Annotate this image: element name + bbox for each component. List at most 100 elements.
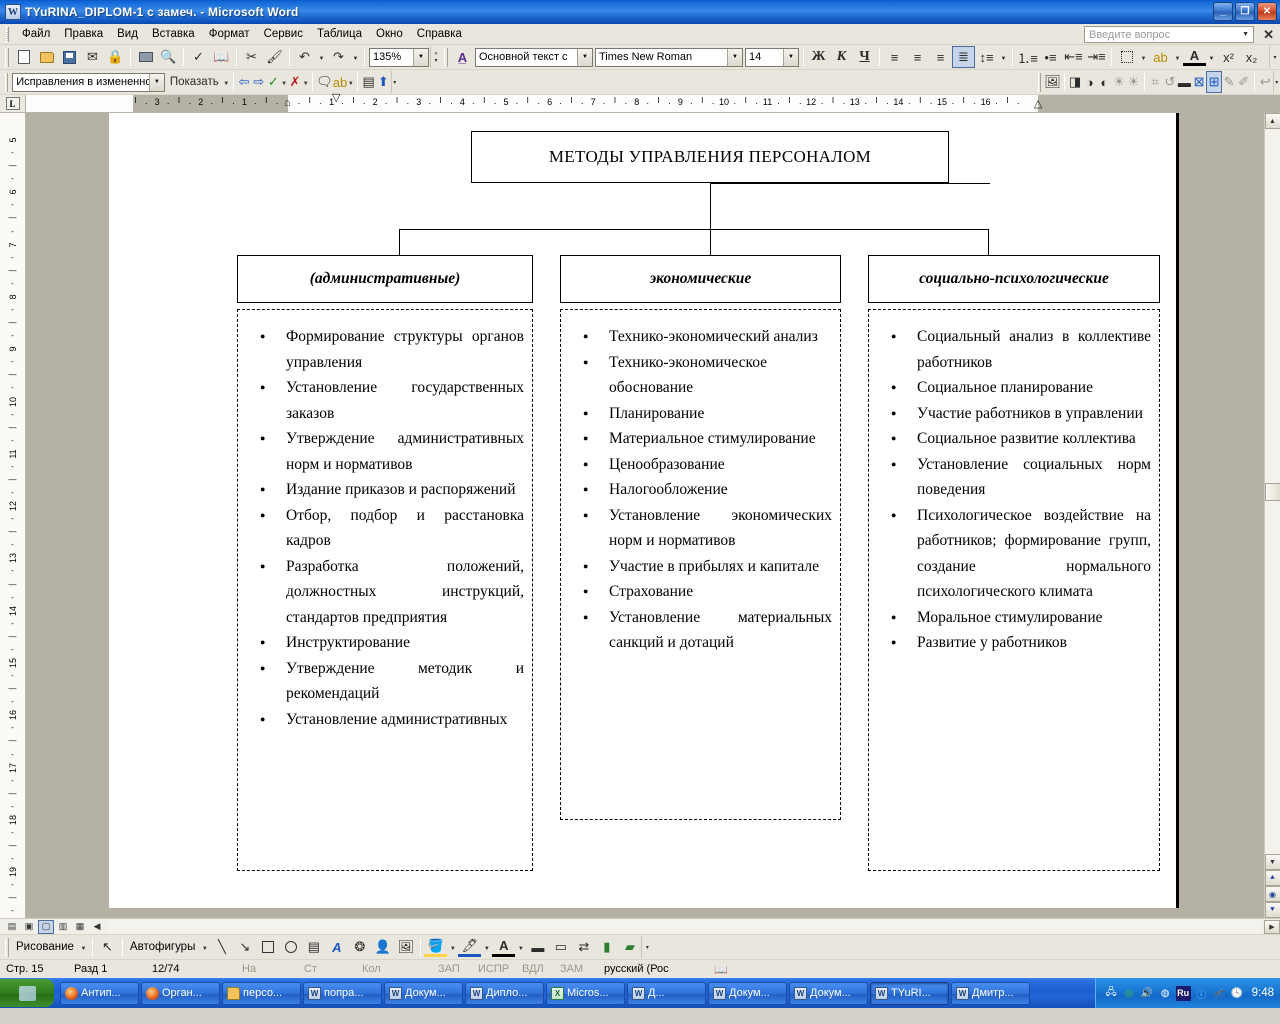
line-color-dropdown-icon[interactable]: ▼: [481, 936, 492, 958]
language-indicator[interactable]: Ru: [1175, 985, 1191, 1001]
diagram-detail-box-economic[interactable]: Технико-экономический анализТехнико-экон…: [560, 309, 841, 820]
web-layout-view-button[interactable]: ▣: [21, 920, 37, 934]
bold-button[interactable]: Ж: [807, 46, 830, 68]
taskbar-item[interactable]: X Micros...: [546, 981, 625, 1005]
close-button[interactable]: ✕: [1257, 2, 1277, 21]
taskbar-item[interactable]: Орган...: [141, 981, 220, 1005]
normal-view-button[interactable]: ▤: [4, 920, 20, 934]
line-style-icon[interactable]: ▬: [1177, 71, 1192, 93]
disc-icon[interactable]: ◍: [1158, 986, 1173, 1001]
zoom-combo[interactable]: 135% ▼: [369, 47, 429, 67]
text-box-icon[interactable]: ▤: [302, 936, 325, 958]
font-size-combo[interactable]: 14 ▼: [745, 47, 799, 67]
oval-icon[interactable]: [279, 936, 302, 958]
messenger-icon[interactable]: ◎: [1122, 986, 1137, 1001]
start-button[interactable]: [0, 979, 54, 1007]
scroll-left-button[interactable]: ◀: [89, 920, 105, 934]
styles-formatting-icon[interactable]: A̲: [451, 46, 474, 68]
font-color-dropdown-icon[interactable]: ▼: [1206, 46, 1217, 68]
diagram-root-box[interactable]: МЕТОДЫ УПРАВЛЕНИЯ ПЕРСОНАЛОМ: [471, 131, 949, 183]
borders-dropdown-icon[interactable]: ▼: [1138, 46, 1149, 68]
highlight-icon[interactable]: ab: [1149, 46, 1172, 68]
vertical-ruler[interactable]: 5 - — - 6 - — - 7 - — - 8 - — - 9 - — - 10 - — - 11 - — - 12 - — - 13 - — -…: [0, 113, 26, 918]
track-changes-icon[interactable]: ab: [333, 71, 348, 93]
toolbar-overflow-button[interactable]: » ▾: [430, 46, 441, 68]
outline-view-button[interactable]: ▥: [55, 920, 71, 934]
subscript-icon[interactable]: x₂: [1240, 46, 1263, 68]
numbered-list-icon[interactable]: ⒈≡: [1016, 46, 1039, 68]
diagram-category-box-economic[interactable]: экономические: [560, 255, 841, 303]
line-style-draw-icon[interactable]: ▬: [526, 936, 549, 958]
scroll-down-button[interactable]: ▼: [1264, 854, 1280, 870]
insert-picture-from-file-icon[interactable]: 🖼: [394, 936, 417, 958]
superscript-icon[interactable]: x²: [1217, 46, 1240, 68]
bulleted-list-icon[interactable]: •≡: [1039, 46, 1062, 68]
menu-item-format[interactable]: Формат: [202, 26, 257, 42]
set-transparent-color-icon[interactable]: ✐: [1236, 71, 1251, 93]
menu-item-file[interactable]: Файл: [15, 26, 57, 42]
scroll-track-bottom[interactable]: [1264, 500, 1280, 854]
taskbar-item[interactable]: W Докум...: [708, 981, 787, 1005]
reject-change-icon[interactable]: ✗: [288, 71, 303, 93]
spelling-check-icon[interactable]: ✓: [187, 46, 210, 68]
restore-button[interactable]: ❐: [1235, 2, 1255, 21]
menu-item-table[interactable]: Таблица: [310, 26, 369, 42]
align-center-icon[interactable]: ≡: [906, 46, 929, 68]
underline-button[interactable]: Ч: [853, 46, 876, 68]
chevron-down-icon[interactable]: ▼: [577, 48, 592, 66]
antivirus-icon[interactable]: 🦟: [1212, 986, 1227, 1001]
format-painter-icon[interactable]: 🖌: [263, 46, 286, 68]
next-change-icon[interactable]: ⇨: [251, 71, 266, 93]
arrow-icon[interactable]: ↘: [233, 936, 256, 958]
show-menu-button[interactable]: Показать: [166, 71, 223, 93]
accept-dropdown-icon[interactable]: ▼: [281, 71, 288, 93]
ruler-track[interactable]: 3 2 1 1 2 3 4 5 6 7 8 9 10 11 12 13 14 15 16 I · · I · · I · · I · · I ·…: [26, 93, 1280, 112]
drawing-toolbar-grip[interactable]: [5, 937, 9, 957]
status-ext[interactable]: ВДЛ: [516, 963, 554, 975]
line-color-icon[interactable]: 🖊: [458, 938, 482, 957]
open-icon[interactable]: [35, 46, 58, 68]
previous-change-icon[interactable]: ⇦: [237, 71, 252, 93]
send-to-mail-icon[interactable]: ⬆: [376, 71, 391, 93]
align-right-icon[interactable]: ≡: [929, 46, 952, 68]
ask-a-question-input[interactable]: Введите вопрос ▼: [1084, 26, 1254, 43]
network-icon[interactable]: 🖧: [1104, 986, 1119, 1001]
formatting-toolbar-grip[interactable]: [444, 47, 448, 67]
dash-style-icon[interactable]: ▭: [549, 936, 572, 958]
taskbar-item[interactable]: W Дмитр...: [951, 981, 1030, 1005]
redo-dropdown-icon[interactable]: ▼: [350, 46, 361, 68]
previous-page-icon[interactable]: ⯅: [1264, 870, 1280, 886]
less-brightness-icon[interactable]: ☀: [1126, 71, 1141, 93]
draw-dropdown-icon[interactable]: ▼: [78, 936, 89, 958]
menu-item-view[interactable]: Вид: [110, 26, 145, 42]
taskbar-item[interactable]: Антип...: [60, 981, 139, 1005]
vertical-scrollbar[interactable]: ▲ ▼ ⯅ ◉ ⯆: [1264, 113, 1280, 918]
taskbar-clock[interactable]: 9:48: [1248, 987, 1274, 999]
fill-color-icon[interactable]: 🪣: [424, 938, 448, 957]
taskbar-item[interactable]: W Дипло...: [465, 981, 544, 1005]
compress-pictures-icon[interactable]: ⊠: [1192, 71, 1207, 93]
status-ovr[interactable]: ЗАМ: [554, 963, 598, 975]
print-layout-view-button[interactable]: ▢: [38, 919, 54, 934]
track-changes-dropdown-icon[interactable]: ▼: [347, 71, 354, 93]
permission-icon[interactable]: 🔒: [104, 46, 127, 68]
format-picture-icon[interactable]: ✎: [1222, 71, 1237, 93]
select-browse-object-icon[interactable]: ◉: [1264, 886, 1280, 902]
print-icon[interactable]: [134, 46, 157, 68]
menu-grip[interactable]: [6, 26, 9, 42]
select-objects-icon[interactable]: ↖: [96, 936, 119, 958]
diagram-category-box-social[interactable]: социально-психологические: [868, 255, 1160, 303]
diagram-category-box-administrative[interactable]: (административные): [237, 255, 533, 303]
taskbar-item[interactable]: W Д...: [627, 981, 706, 1005]
status-rec[interactable]: ЗАП: [432, 963, 472, 975]
font-name-combo[interactable]: Times New Roman ▼: [595, 47, 743, 67]
scroll-right-button[interactable]: ▶: [1264, 919, 1280, 934]
draw-menu-button[interactable]: Рисование: [12, 941, 78, 953]
toolbar-grip[interactable]: [5, 47, 9, 67]
info-icon[interactable]: ⓘ: [1194, 986, 1209, 1001]
style-combo[interactable]: Основной текст с ▼: [475, 47, 593, 67]
crop-icon[interactable]: ⌗: [1148, 71, 1163, 93]
decrease-indent-icon[interactable]: ⇤≡: [1062, 46, 1085, 68]
close-icon[interactable]: ✕: [1263, 27, 1274, 43]
spelling-status-icon[interactable]: 📖: [708, 963, 734, 976]
